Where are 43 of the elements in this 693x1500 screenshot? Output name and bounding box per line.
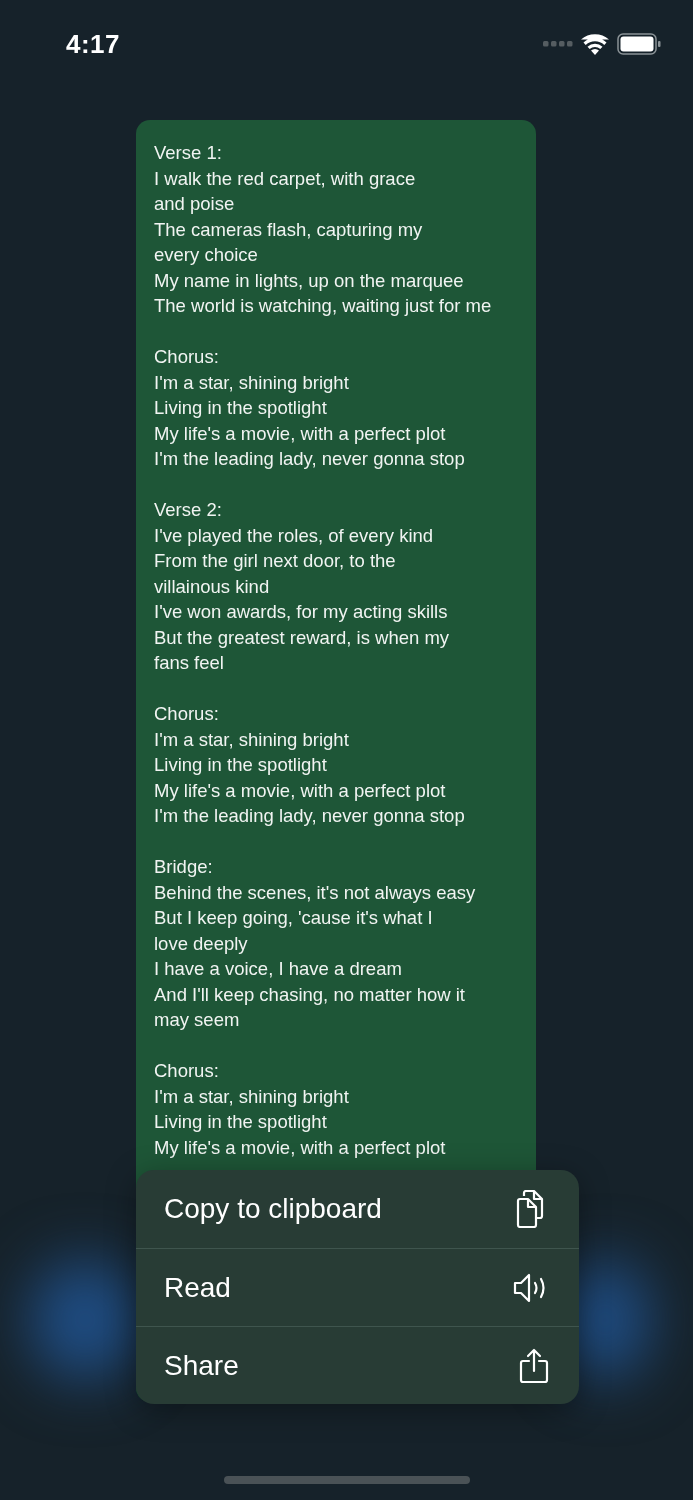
menu-item[interactable]: Read (136, 1248, 579, 1326)
lyric-line: My name in lights, up on the marquee (154, 268, 465, 293)
lyric-line: I have a voice, I have a dream (154, 957, 403, 981)
lyric-line: fans feel (154, 651, 225, 675)
share-icon (519, 1347, 549, 1384)
lyric-line: Living in the spotlight (154, 753, 328, 777)
battery-icon (617, 33, 661, 55)
menu-item[interactable]: Share (136, 1326, 579, 1404)
lyric-line: The cameras flash, capturing my (154, 217, 424, 242)
lyric-line: I'm the leading lady, never gonna stop (154, 804, 466, 828)
lyric-line: I'm a star, shining bright (154, 370, 350, 395)
lyric-line: Chorus: (154, 345, 220, 369)
lyric-line: The world is watching, waiting just for me (154, 294, 493, 318)
wifi-icon (581, 33, 609, 55)
lyric-line: and poise (154, 192, 236, 216)
lyric-line: may seem (154, 1008, 241, 1032)
lyric-line: I'm a star, shining bright (154, 1084, 350, 1109)
lyric-line: I'm the leading lady, never gonna stop (154, 447, 466, 471)
lyric-line: Behind the scenes, it's not always easy (154, 880, 477, 905)
lyric-line: And I'll keep chasing, no matter how it (154, 982, 466, 1007)
menu-item[interactable]: Copy to clipboard (136, 1170, 579, 1248)
lyric-line: Chorus: (154, 1059, 220, 1083)
lyric-line: Verse 1: (154, 141, 223, 165)
lyric-line: Bridge: (154, 855, 214, 879)
status-time: 4:17 (66, 28, 121, 60)
lyric-line: love deeply (154, 931, 249, 956)
lyric-line: My life's a movie, with a perfect plot (154, 421, 447, 446)
lyric-line: I'm a star, shining bright (154, 727, 350, 752)
lyric-line: I've won awards, for my acting skills (154, 600, 449, 624)
lyric-line: From the girl next door, to the (154, 549, 397, 573)
lyric-line: But the greatest reward, is when my (154, 625, 451, 650)
lyric-line: Living in the spotlight (154, 1110, 328, 1134)
signal-icon (543, 41, 573, 47)
lyric-line: My life's a movie, with a perfect plot (154, 1135, 447, 1160)
lyric-line: My life's a movie, with a perfect plot (154, 778, 447, 803)
lyric-line: I walk the red carpet, with grace (154, 166, 417, 191)
lyric-line: I've played the roles, of every kind (154, 523, 435, 548)
lyric-line: villainous kind (154, 574, 271, 599)
lyric-line: Verse 2: (154, 498, 223, 522)
lyric-line: Living in the spotlight (154, 396, 328, 420)
lyric-line: Chorus: (154, 702, 220, 726)
lyric-line: every choice (154, 243, 259, 267)
lyric-line: But I keep going, 'cause it's what I (154, 906, 434, 930)
